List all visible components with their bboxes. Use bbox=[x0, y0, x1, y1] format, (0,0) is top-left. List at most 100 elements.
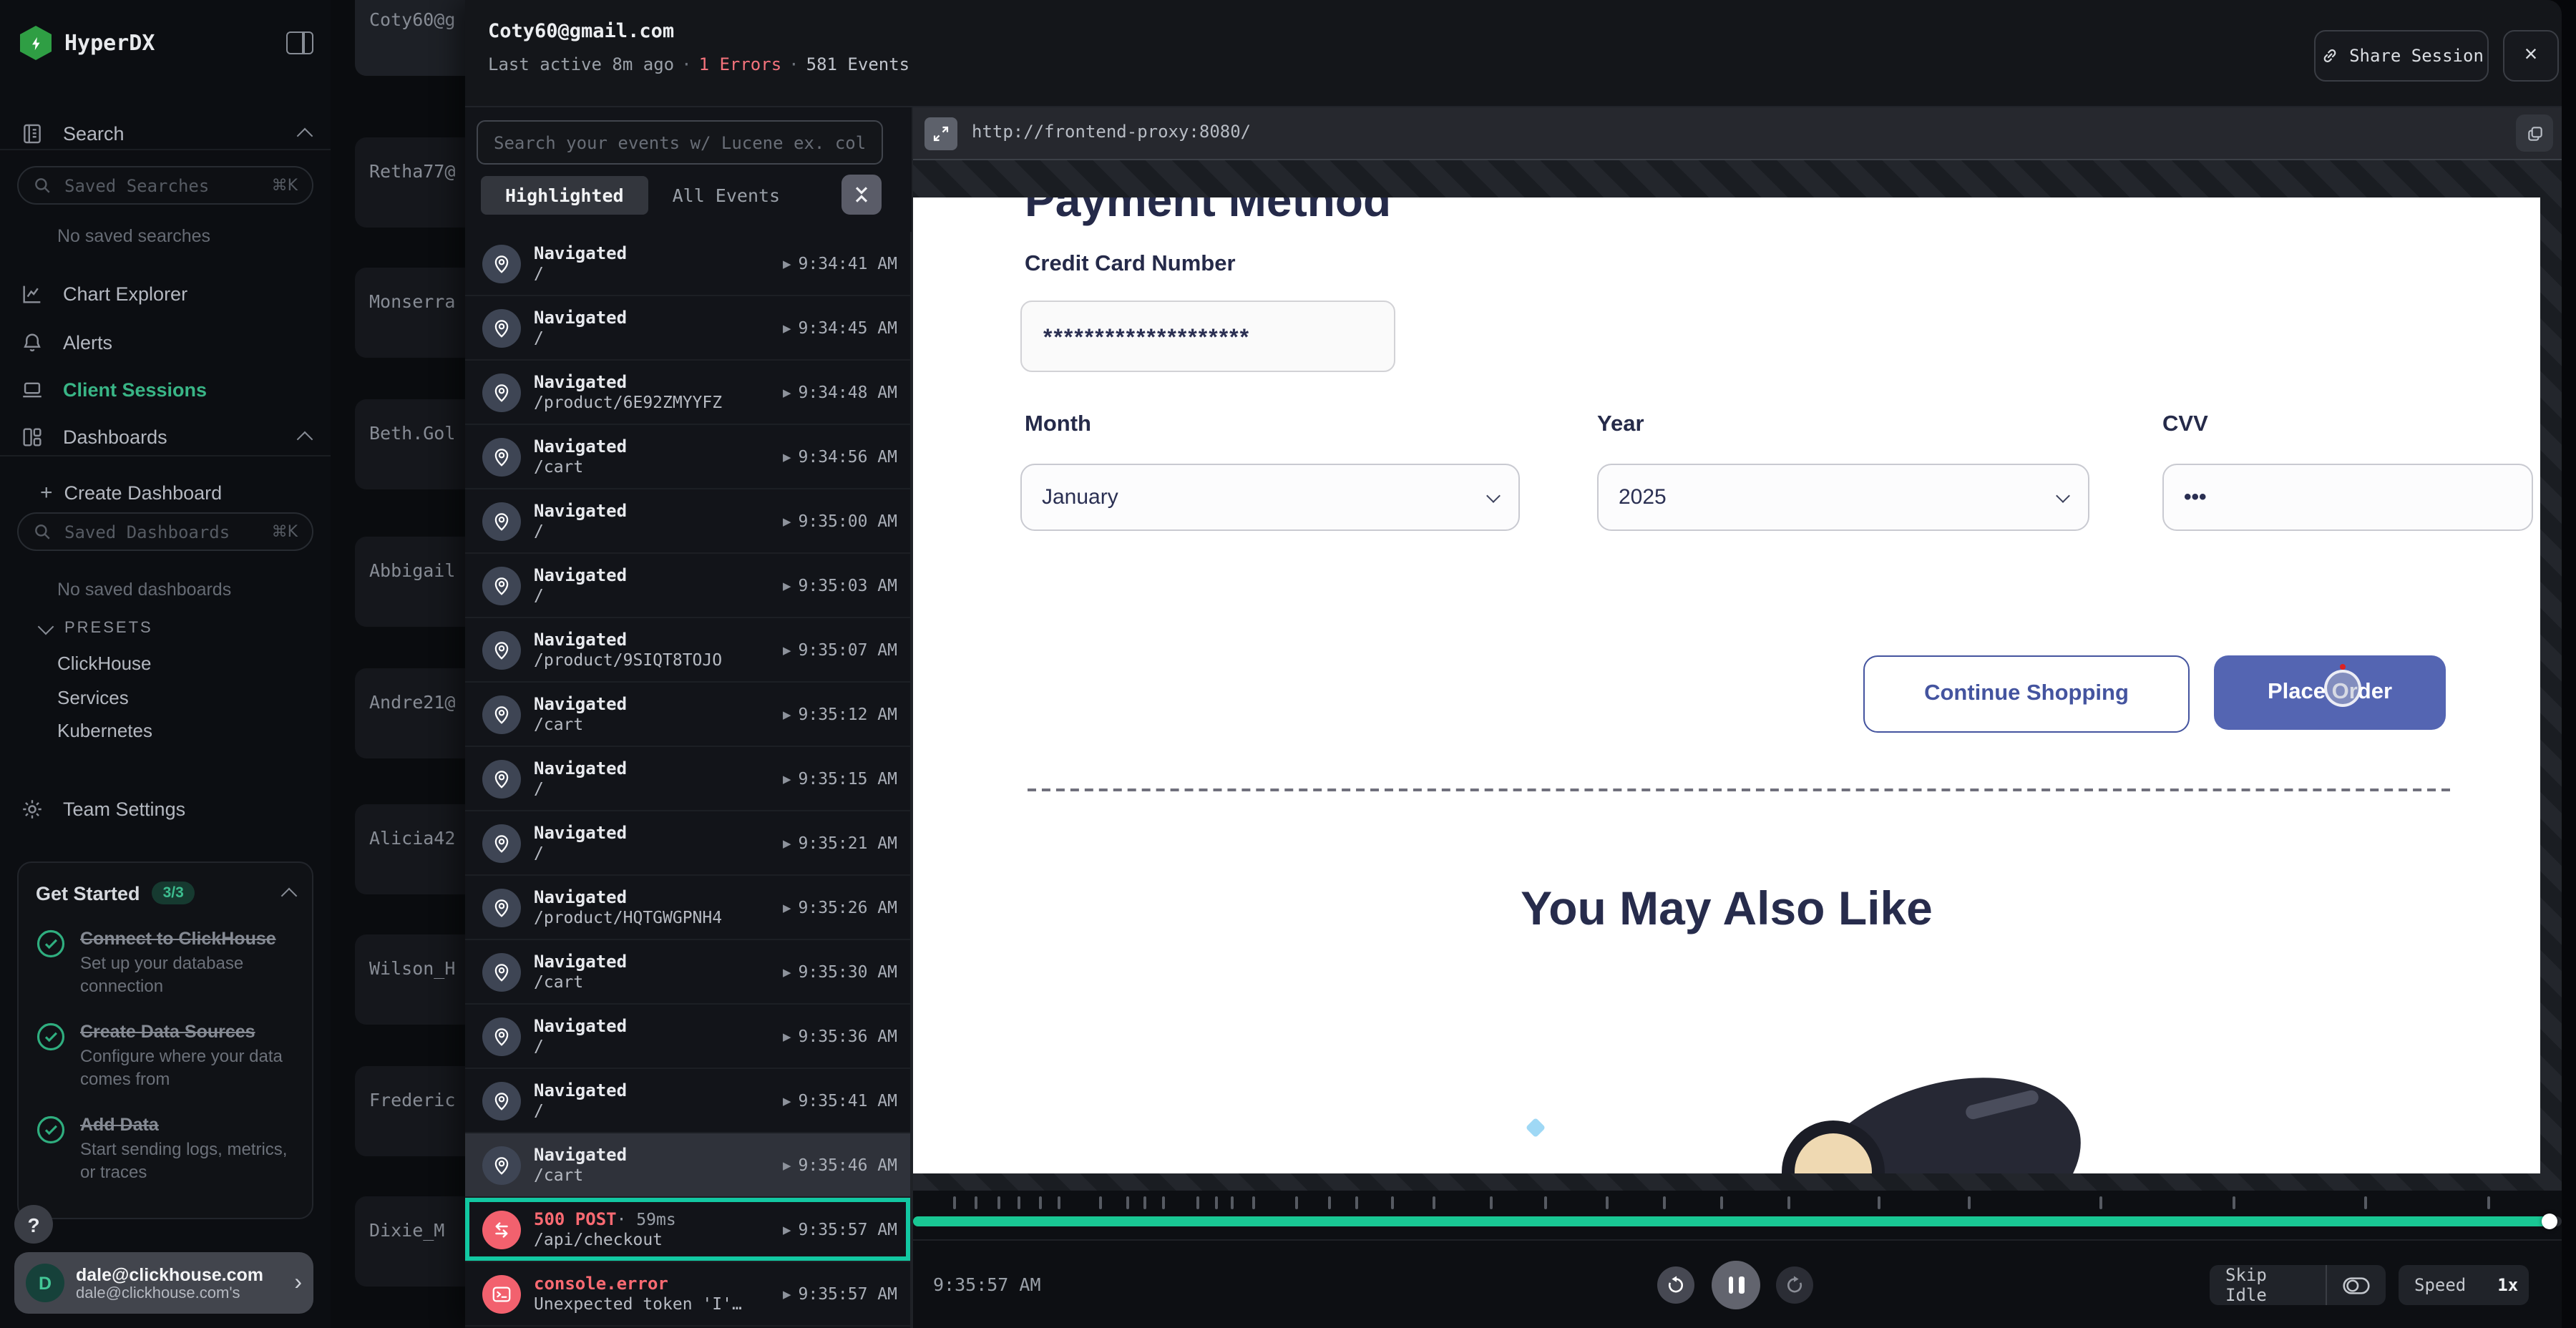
search-journal-icon bbox=[20, 121, 44, 145]
place-order-button[interactable]: Place Order bbox=[2214, 655, 2446, 730]
sidebar-item-search[interactable]: Search bbox=[0, 114, 331, 152]
event-row[interactable]: console.errorUnexpected token 'I'…▶9:35:… bbox=[465, 1262, 910, 1327]
event-row[interactable]: Navigated/▶9:35:36 AM bbox=[465, 1005, 910, 1069]
event-row[interactable]: Navigated/▶9:35:15 AM bbox=[465, 747, 910, 811]
forward-button[interactable] bbox=[1776, 1266, 1813, 1304]
close-drawer-button[interactable]: × bbox=[2503, 30, 2559, 82]
preset-kubernetes[interactable]: Kubernetes bbox=[57, 720, 152, 741]
sidebar-item-team-settings[interactable]: Team Settings bbox=[0, 790, 331, 827]
play-icon: ▶ bbox=[783, 1223, 791, 1236]
get-started-title: Get Started bbox=[36, 882, 140, 904]
timeline-tick bbox=[952, 1196, 955, 1209]
play-icon: ▶ bbox=[783, 1094, 791, 1107]
location-pin-icon bbox=[482, 244, 521, 283]
play-icon: ▶ bbox=[783, 321, 791, 334]
event-row[interactable]: Navigated/▶9:35:03 AM bbox=[465, 554, 910, 618]
event-search-input[interactable] bbox=[491, 131, 869, 154]
play-icon: ▶ bbox=[783, 514, 791, 527]
event-row[interactable]: Navigated/▶9:34:41 AM bbox=[465, 232, 910, 296]
event-search[interactable] bbox=[477, 120, 883, 165]
play-icon: ▶ bbox=[783, 836, 791, 849]
event-title: Navigated bbox=[534, 758, 627, 778]
event-row[interactable]: Navigated/cart▶9:35:46 AM bbox=[465, 1133, 910, 1198]
saved-searches-input[interactable] bbox=[62, 174, 272, 197]
play-icon: ▶ bbox=[783, 579, 791, 592]
collapse-events-button[interactable] bbox=[841, 175, 882, 215]
laptop-icon bbox=[20, 377, 44, 401]
tab-highlighted[interactable]: Highlighted bbox=[481, 176, 648, 215]
preset-services[interactable]: Services bbox=[57, 687, 129, 708]
event-row[interactable]: Navigated/cart▶9:35:12 AM bbox=[465, 683, 910, 747]
saved-dashboards-input[interactable] bbox=[62, 520, 272, 543]
event-row[interactable]: Navigated/▶9:35:21 AM bbox=[465, 811, 910, 876]
presets-header[interactable]: PRESETS bbox=[40, 620, 153, 637]
event-row[interactable]: Navigated/cart▶9:35:30 AM bbox=[465, 940, 910, 1005]
event-time: ▶9:35:36 AM bbox=[783, 1026, 897, 1046]
event-row[interactable]: 500 POST · 59ms/api/checkout▶9:35:57 AM bbox=[465, 1198, 910, 1262]
preset-clickhouse[interactable]: ClickHouse bbox=[57, 653, 152, 674]
create-dashboard-button[interactable]: + Create Dashboard bbox=[0, 474, 331, 511]
saved-dashboards-search[interactable]: ⌘K bbox=[17, 512, 313, 551]
event-time: ▶9:35:15 AM bbox=[783, 768, 897, 788]
event-title: console.error bbox=[534, 1274, 668, 1294]
timeline-tick bbox=[1253, 1196, 1256, 1209]
location-pin-icon bbox=[482, 566, 521, 605]
timeline-tick bbox=[1038, 1196, 1041, 1209]
event-row[interactable]: Navigated/product/9SIQT8TOJO▶9:35:07 AM bbox=[465, 618, 910, 683]
cvv-field[interactable]: ••• bbox=[2162, 464, 2533, 531]
event-row[interactable]: Navigated/▶9:35:41 AM bbox=[465, 1069, 910, 1133]
user-subtitle: dale@clickhouse.com's bbox=[76, 1284, 288, 1302]
chevron-up-icon[interactable] bbox=[281, 888, 298, 904]
event-count: 581 Events bbox=[806, 54, 910, 74]
timeline-tick bbox=[2232, 1196, 2235, 1209]
timeline-tick bbox=[1144, 1196, 1147, 1209]
user-menu[interactable]: D dale@clickhouse.com dale@clickhouse.co… bbox=[14, 1252, 313, 1314]
event-list: Navigated/▶9:34:41 AMNavigated/▶9:34:45 … bbox=[465, 232, 912, 1328]
expand-replay-button[interactable] bbox=[924, 117, 957, 150]
event-time: ▶9:35:30 AM bbox=[783, 962, 897, 982]
app-title: HyperDX bbox=[64, 30, 286, 56]
skip-idle-control[interactable]: Skip Idle bbox=[2210, 1265, 2386, 1305]
share-session-button[interactable]: Share Session bbox=[2314, 30, 2489, 82]
event-row[interactable]: Navigated/product/HQTGWGPNH4▶9:35:26 AM bbox=[465, 876, 910, 940]
session-email: Andre21@ bbox=[369, 691, 455, 713]
event-row[interactable]: Navigated/▶9:34:45 AM bbox=[465, 296, 910, 361]
event-time: ▶9:35:41 AM bbox=[783, 1090, 897, 1110]
speed-control[interactable]: Speed 1x bbox=[2399, 1265, 2529, 1305]
timeline-tick bbox=[1162, 1196, 1165, 1209]
timeline-tick bbox=[1058, 1196, 1061, 1209]
get-started-item-desc: Set up your database connection bbox=[80, 953, 295, 997]
event-title: Navigated bbox=[534, 565, 627, 585]
event-row[interactable]: Navigated/cart▶9:34:56 AM bbox=[465, 425, 910, 489]
chevron-down-icon bbox=[2056, 488, 2070, 502]
pause-button[interactable] bbox=[1712, 1261, 1760, 1309]
sidebar-item-chart-explorer[interactable]: Chart Explorer bbox=[0, 275, 331, 312]
continue-shopping-button[interactable]: Continue Shopping bbox=[1863, 655, 2190, 733]
rewind-button[interactable] bbox=[1657, 1266, 1694, 1304]
sidebar-item-client-sessions[interactable]: Client Sessions bbox=[0, 371, 331, 408]
timeline-playhead[interactable] bbox=[2542, 1214, 2557, 1229]
plus-icon: + bbox=[40, 480, 53, 504]
saved-searches-search[interactable]: ⌘K bbox=[17, 166, 313, 205]
timeline-tick bbox=[1787, 1196, 1790, 1209]
timeline-scrubber[interactable] bbox=[913, 1216, 2562, 1226]
tab-all-events[interactable]: All Events bbox=[648, 176, 805, 215]
no-saved-searches-text: No saved searches bbox=[57, 226, 210, 246]
event-row[interactable]: Navigated/▶9:35:00 AM bbox=[465, 489, 910, 554]
event-row[interactable]: Navigated/product/6E92ZMYYFZ▶9:34:48 AM bbox=[465, 361, 910, 425]
sidebar-item-alerts[interactable]: Alerts bbox=[0, 323, 331, 361]
event-path: /cart bbox=[534, 714, 627, 734]
skip-idle-toggle[interactable] bbox=[2327, 1265, 2386, 1305]
help-button[interactable]: ? bbox=[14, 1205, 53, 1244]
month-select[interactable]: January bbox=[1020, 464, 1520, 531]
session-email: Retha77@ bbox=[369, 160, 455, 182]
cc-number-field[interactable]: ******************** bbox=[1020, 301, 1395, 372]
session-email: Coty60@g bbox=[369, 9, 455, 30]
timeline-tick bbox=[1968, 1196, 1971, 1209]
event-path: /api/checkout bbox=[534, 1229, 676, 1249]
collapse-sidebar-icon[interactable] bbox=[286, 31, 313, 54]
year-select[interactable]: 2025 bbox=[1597, 464, 2089, 531]
copy-url-button[interactable] bbox=[2516, 114, 2553, 152]
sidebar-item-dashboards[interactable]: Dashboards bbox=[0, 418, 331, 455]
collapse-vertical-icon bbox=[852, 183, 872, 206]
